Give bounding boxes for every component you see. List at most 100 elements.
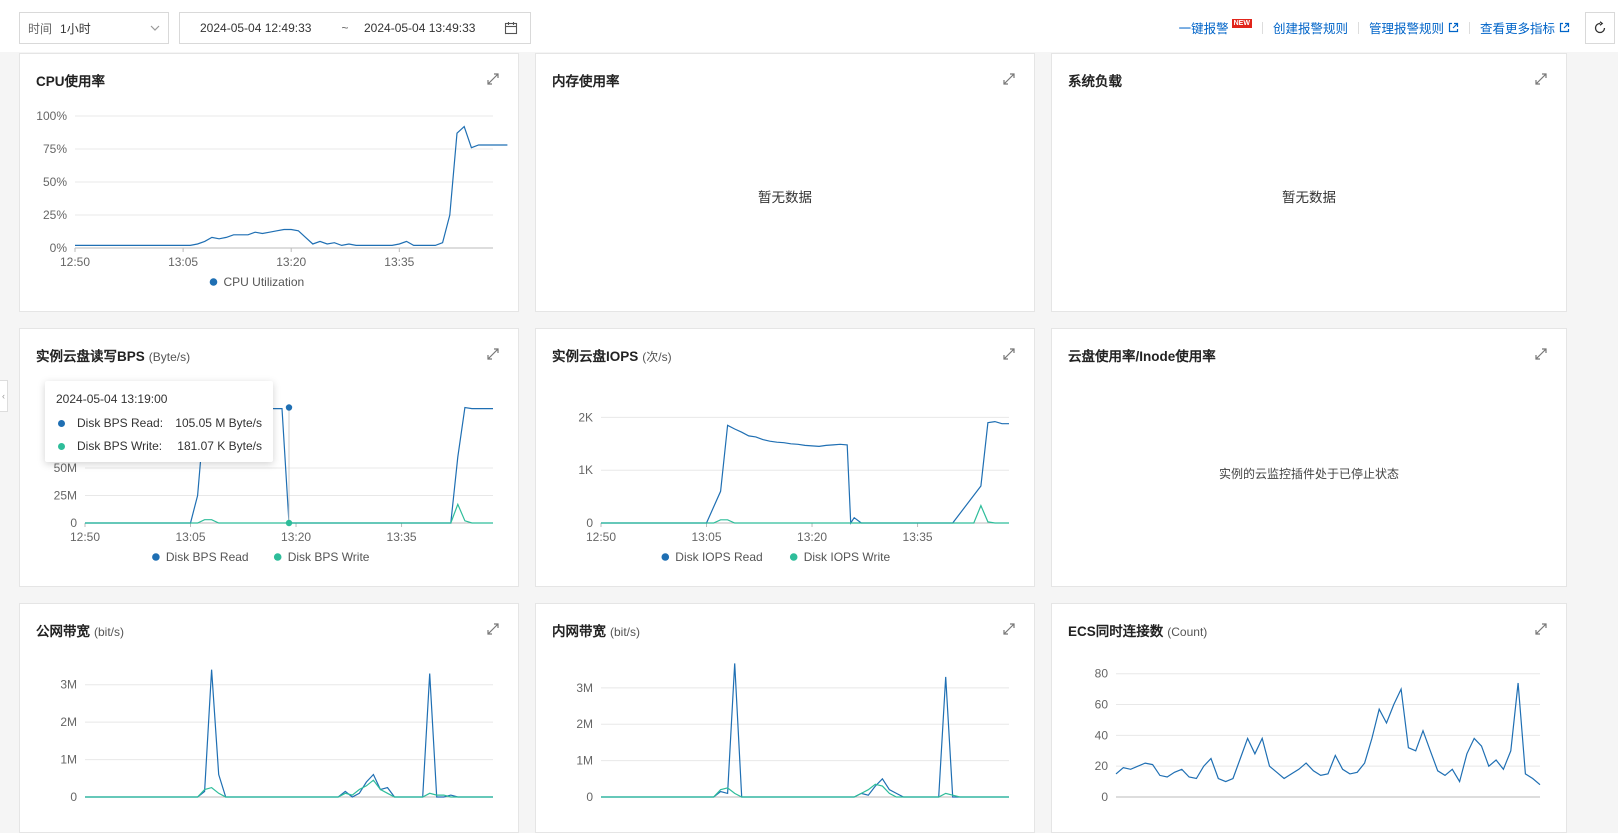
panel-disk-usage: 云盘使用率/Inode使用率 实例的云监控插件处于已停止状态 bbox=[1051, 328, 1567, 587]
y-tick-label: 2K bbox=[578, 410, 593, 424]
time-value: 1小时 bbox=[60, 21, 91, 36]
range-end[interactable]: 2024-05-04 13:49:33 bbox=[360, 21, 504, 35]
y-tick-label: 25M bbox=[54, 489, 77, 503]
x-tick-label: 13:35 bbox=[384, 255, 414, 269]
x-tick-label: 12:50 bbox=[70, 530, 100, 544]
series-dot bbox=[58, 419, 65, 427]
tooltip-series-name: Disk BPS Read: bbox=[77, 416, 164, 430]
series-line bbox=[601, 420, 1009, 525]
plugin-stopped-text: 实例的云监控插件处于已停止状态 bbox=[1218, 467, 1399, 481]
y-tick-label: 0 bbox=[70, 516, 77, 530]
time-range-select[interactable]: 时间 1小时 bbox=[19, 12, 169, 44]
y-tick-label: 1M bbox=[60, 753, 77, 767]
series-line bbox=[601, 504, 1009, 524]
one-click-alarm-label: 一键报警 bbox=[1178, 22, 1229, 36]
x-tick-label: 13:20 bbox=[281, 530, 311, 544]
panel-ecs-connections: ECS同时连接数 (Count) 0 20 40 60 80 bbox=[1051, 603, 1567, 833]
new-badge: NEW bbox=[1231, 19, 1252, 28]
legend-label: Disk IOPS Write bbox=[804, 550, 891, 564]
more-metrics-link[interactable]: 查看更多指标 bbox=[1480, 18, 1570, 37]
ecs-connections-chart: 0 20 40 60 80 bbox=[1095, 667, 1541, 804]
y-tick-label: 0 bbox=[70, 790, 77, 804]
toolbar-links: 一键报警 NEW 创建报警规则 管理报警规则 查看更多指标 bbox=[1179, 18, 1570, 37]
legend-label: Disk IOPS Read bbox=[675, 550, 762, 564]
y-tick-label: 1K bbox=[578, 463, 593, 477]
series-dot bbox=[58, 442, 65, 450]
x-tick-label: 13:05 bbox=[692, 530, 722, 544]
y-tick-label: 0 bbox=[586, 516, 593, 530]
tooltip-series-value: 181.07 K Byte/s bbox=[177, 439, 262, 453]
legend-label: CPU Utilization bbox=[224, 275, 305, 289]
y-tick-label: 25% bbox=[43, 208, 67, 222]
refresh-icon bbox=[1594, 21, 1606, 34]
refresh-button[interactable] bbox=[1585, 12, 1615, 44]
one-click-alarm-link[interactable]: 一键报警 NEW bbox=[1179, 18, 1252, 37]
manage-alarm-rule-link[interactable]: 管理报警规则 bbox=[1369, 18, 1459, 37]
panel-system-load: 系统负载 暂无数据 bbox=[1051, 53, 1567, 312]
y-tick-label: 100% bbox=[36, 109, 67, 123]
external-link-icon bbox=[1448, 22, 1459, 33]
x-tick-label: 13:20 bbox=[276, 255, 306, 269]
y-tick-label: 0 bbox=[586, 790, 593, 804]
date-range-picker[interactable]: 2024-05-04 12:49:33 ~ 2024-05-04 13:49:3… bbox=[179, 12, 531, 44]
chart-tooltip: 2024-05-04 13:19:00 Disk BPS Read: 105.0… bbox=[45, 381, 273, 462]
internal-bandwidth-chart: 0 1M 2M 3M bbox=[576, 663, 1009, 804]
sidebar-collapse-handle[interactable]: ‹ bbox=[0, 380, 8, 412]
divider bbox=[1468, 21, 1470, 34]
series-line bbox=[601, 663, 1009, 798]
disk-iops-chart: 0 1K 2K 12:50 13:05 13:20 13:35 Disk IOPS Read D… bbox=[578, 410, 1009, 564]
panel-internal-bandwidth: 内网带宽 (bit/s) 0 1M 2M 3M bbox=[535, 603, 1035, 833]
legend-label: Disk BPS Write bbox=[288, 550, 370, 564]
time-label: 时间 bbox=[28, 21, 53, 36]
manage-alarm-rule-label: 管理报警规则 bbox=[1368, 22, 1444, 36]
y-tick-label: 40 bbox=[1095, 728, 1109, 742]
y-tick-label: 0% bbox=[50, 241, 68, 255]
x-tick-label: 13:05 bbox=[168, 255, 198, 269]
toolbar: 时间 1小时 2024-05-04 12:49:33 ~ 2024-05-04 … bbox=[0, 0, 1618, 52]
y-tick-label: 1M bbox=[576, 754, 593, 768]
tooltip-row: Disk BPS Read: 105.05 M Byte/s bbox=[56, 416, 262, 430]
y-tick-label: 2M bbox=[60, 715, 77, 729]
expand-icon[interactable] bbox=[1534, 347, 1548, 361]
tooltip-series-name: Disk BPS Write: bbox=[77, 439, 163, 453]
no-data-text: 暂无数据 bbox=[1282, 190, 1336, 205]
expand-icon[interactable] bbox=[1534, 72, 1548, 86]
legend-dot bbox=[273, 553, 282, 561]
y-tick-label: 0 bbox=[1101, 790, 1108, 804]
hover-point-write bbox=[285, 519, 293, 527]
hover-point-read bbox=[285, 404, 293, 411]
y-tick-label: 50% bbox=[43, 175, 67, 189]
panel-title: 云盘使用率/Inode使用率 bbox=[1068, 349, 1216, 364]
x-tick-label: 13:35 bbox=[387, 530, 417, 544]
divider bbox=[1261, 21, 1263, 34]
range-start[interactable]: 2024-05-04 12:49:33 bbox=[200, 21, 330, 35]
calendar-icon[interactable] bbox=[504, 21, 518, 35]
y-tick-label: 60 bbox=[1095, 698, 1109, 712]
create-alarm-rule-link[interactable]: 创建报警规则 bbox=[1273, 18, 1348, 37]
y-tick-label: 80 bbox=[1095, 667, 1109, 681]
y-tick-label: 75% bbox=[43, 142, 67, 156]
panel-memory: 内存使用率 暂无数据 bbox=[535, 53, 1035, 312]
y-tick-label: 2M bbox=[576, 717, 593, 731]
expand-icon[interactable] bbox=[1002, 72, 1016, 86]
y-tick-label: 3M bbox=[60, 678, 77, 692]
x-tick-label: 13:20 bbox=[797, 530, 827, 544]
chevron-down-icon bbox=[150, 22, 160, 34]
legend-dot bbox=[152, 553, 160, 561]
panel-title: 系统负载 bbox=[1068, 74, 1122, 89]
x-tick-label: 13:05 bbox=[176, 530, 206, 544]
y-tick-label: 50M bbox=[54, 461, 77, 475]
cpu-chart: 0% 25% 50% 75% 100% 12:50 13:05 13:20 13:35 CPU U… bbox=[36, 109, 508, 289]
tooltip-time: 2024-05-04 13:19:00 bbox=[56, 392, 168, 406]
x-tick-label: 13:35 bbox=[903, 530, 933, 544]
legend-dot bbox=[209, 278, 218, 286]
range-separator: ~ bbox=[341, 21, 349, 35]
panel-public-bandwidth: 公网带宽 (bit/s) 0 1M 2M 3M bbox=[19, 603, 519, 833]
panel-title: 内存使用率 bbox=[552, 74, 620, 89]
tooltip-series-value: 105.05 M Byte/s bbox=[175, 416, 262, 430]
series-line bbox=[1115, 682, 1541, 786]
x-tick-label: 12:50 bbox=[586, 530, 616, 544]
external-link-icon bbox=[1559, 22, 1570, 33]
no-data-text: 暂无数据 bbox=[758, 190, 812, 205]
series-line bbox=[75, 125, 508, 247]
